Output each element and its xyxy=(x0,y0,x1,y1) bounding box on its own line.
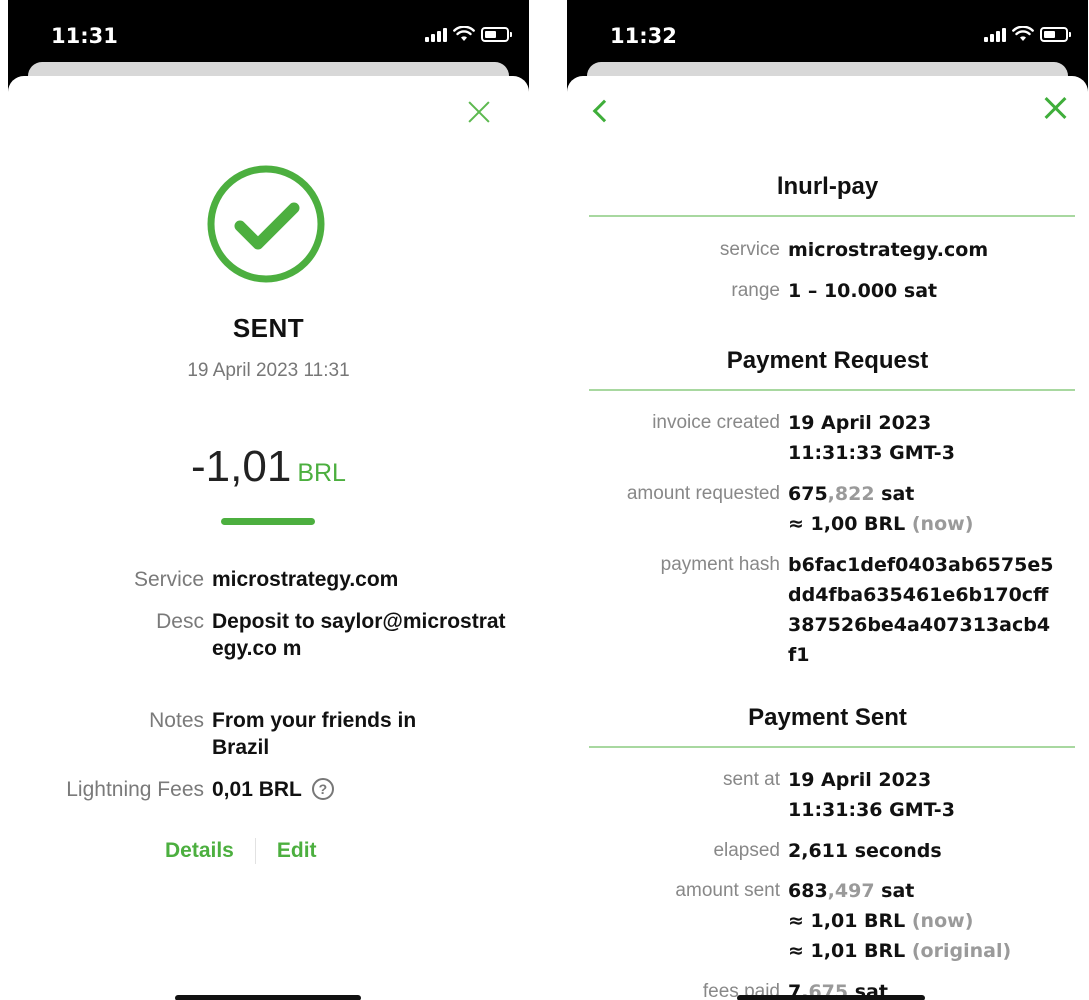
amount: -1,01 BRL xyxy=(8,442,529,492)
row-desc: Desc Deposit to saylor@microstrategy.co … xyxy=(0,608,508,662)
amount-fraction: ,497 xyxy=(827,880,875,902)
check-circle-icon xyxy=(207,165,325,283)
row-label: payment hash xyxy=(660,554,780,575)
signal-icon xyxy=(425,26,447,42)
home-indicator[interactable] xyxy=(737,995,925,1000)
section-rule xyxy=(589,215,1075,217)
row-label: Notes xyxy=(149,709,204,732)
row-label: sent at xyxy=(722,769,780,790)
row-label: service xyxy=(719,239,780,260)
row-value: 0,01 BRL? xyxy=(212,776,512,803)
status-title: SENT xyxy=(232,313,305,343)
amount-unit: sat xyxy=(874,880,915,902)
amount-fraction: ,822 xyxy=(827,483,875,505)
wifi-icon xyxy=(1012,26,1034,41)
row-value: Deposit to saylor@microstrategy.co m xyxy=(212,610,506,660)
row-payment-hash: payment hash b6fac1def0403ab6575e5dd4fba… xyxy=(567,550,1058,670)
amount-approx-original: ≈ 1,01 BRL xyxy=(788,940,906,962)
back-chevron-icon[interactable] xyxy=(588,97,612,123)
row-value: microstrategy.com xyxy=(788,239,989,261)
status-time: 11:31 xyxy=(51,24,118,48)
section-title-lnurl: lnurl-pay xyxy=(776,173,879,200)
status-time: 11:32 xyxy=(610,24,677,48)
section-title-sent: Payment Sent xyxy=(748,704,907,731)
home-indicator[interactable] xyxy=(175,995,361,1000)
row-label: Service xyxy=(133,568,204,591)
amount-note: (now) xyxy=(911,513,974,535)
row-label: Desc xyxy=(156,610,204,633)
section-rule xyxy=(589,746,1075,748)
row-label: amount requested xyxy=(626,483,780,504)
row-value: From your friends in Brazil xyxy=(212,709,417,759)
amount-main: 675 xyxy=(788,483,828,505)
row-value: 683,497 sat ≈ 1,01 BRL (now) ≈ 1,01 BRL … xyxy=(788,876,1078,966)
row-label: amount sent xyxy=(675,880,780,901)
row-value: microstrategy.com xyxy=(212,568,399,591)
details-link[interactable]: Details xyxy=(165,839,234,863)
row-value: 19 April 2023 11:31:33 GMT-3 xyxy=(788,408,1078,468)
accent-divider xyxy=(221,518,315,525)
status-date: 19 April 2023 11:31 xyxy=(187,360,350,381)
row-invoice-created: invoice created 19 April 2023 11:31:33 G… xyxy=(567,408,1078,468)
amount-value: -1,01 xyxy=(191,442,292,491)
amount-note-original: (original) xyxy=(911,940,1012,962)
amount-main: 683 xyxy=(788,880,828,902)
close-icon[interactable] xyxy=(467,100,491,124)
row-notes: Notes From your friends in Brazil xyxy=(0,707,432,761)
invoice-date: 19 April 2023 xyxy=(788,412,932,434)
sent-time: 11:31:36 GMT-3 xyxy=(788,799,955,821)
row-label: range xyxy=(731,280,780,301)
amount-approx-now: ≈ 1,01 BRL xyxy=(788,910,906,932)
row-value: 675,822 sat ≈ 1,00 BRL (now) xyxy=(788,479,1078,539)
row-value: 1 – 10.000 sat xyxy=(788,280,938,302)
action-links: Details Edit xyxy=(165,838,317,864)
edit-link[interactable]: Edit xyxy=(277,839,317,863)
row-value: 19 April 2023 11:31:36 GMT-3 xyxy=(788,765,1078,825)
status-icons xyxy=(425,24,512,44)
payment-hash-value[interactable]: b6fac1def0403ab6575e5dd4fba635461e6b170c… xyxy=(788,550,1058,670)
amount-unit: sat xyxy=(874,483,915,505)
amount-note-now: (now) xyxy=(911,910,974,932)
row-label: invoice created xyxy=(652,412,780,433)
row-lnurl-range: range 1 – 10.000 sat xyxy=(567,276,1078,306)
row-elapsed: elapsed 2,611 seconds xyxy=(567,836,1078,866)
row-amount-sent: amount sent 683,497 sat ≈ 1,01 BRL (now)… xyxy=(567,876,1078,966)
signal-icon xyxy=(984,26,1006,42)
battery-icon xyxy=(1040,26,1071,42)
row-label: Lightning Fees xyxy=(66,778,204,801)
amount-approx: ≈ 1,00 BRL xyxy=(788,513,906,535)
fees-value: 0,01 BRL xyxy=(212,778,302,801)
wifi-icon xyxy=(453,26,475,41)
battery-icon xyxy=(481,26,512,42)
row-lnurl-service: service microstrategy.com xyxy=(567,235,1078,265)
close-icon[interactable] xyxy=(1043,96,1067,120)
invoice-time: 11:31:33 GMT-3 xyxy=(788,442,955,464)
row-label: elapsed xyxy=(713,840,780,861)
row-lightning-fees: Lightning Fees 0,01 BRL? xyxy=(0,776,512,803)
status-icons xyxy=(984,24,1071,44)
amount-currency: BRL xyxy=(297,459,346,487)
section-title-request: Payment Request xyxy=(726,347,929,374)
row-value: 2,611 seconds xyxy=(788,840,942,862)
row-sent-at: sent at 19 April 2023 11:31:36 GMT-3 xyxy=(567,765,1078,825)
help-icon[interactable]: ? xyxy=(311,778,334,800)
section-rule xyxy=(589,389,1075,391)
sent-date: 19 April 2023 xyxy=(788,769,932,791)
row-service: Service microstrategy.com xyxy=(0,566,512,593)
row-amount-requested: amount requested 675,822 sat ≈ 1,00 BRL … xyxy=(567,479,1078,539)
status-bar: 11:31 xyxy=(8,0,529,62)
status-bar: 11:32 xyxy=(567,0,1088,62)
link-separator xyxy=(254,838,256,864)
